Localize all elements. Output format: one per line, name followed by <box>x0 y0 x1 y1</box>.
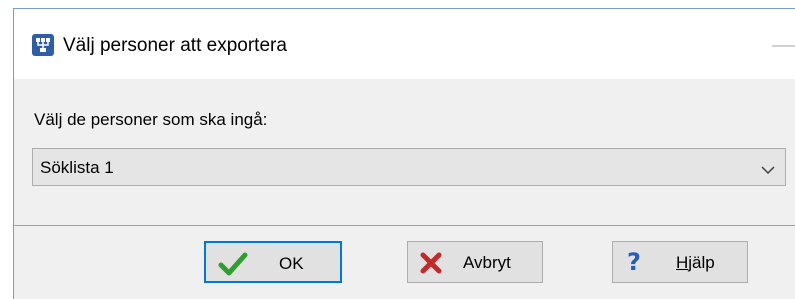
checkmark-icon <box>218 252 248 281</box>
export-persons-dialog: Välj personer att exportera Välj de pers… <box>13 8 795 299</box>
x-icon <box>420 252 442 279</box>
help-button-label: Hjälp <box>676 253 715 272</box>
dialog-title: Välj personer att exportera <box>63 35 287 56</box>
cancel-button-label: Avbryt <box>463 253 511 272</box>
question-icon: ? <box>627 248 641 276</box>
app-tree-icon <box>32 34 54 56</box>
minimize-button[interactable] <box>772 45 795 47</box>
dropdown-selected-value: Söklista 1 <box>40 158 114 177</box>
ok-button[interactable]: OK <box>204 241 342 283</box>
ok-button-label: OK <box>279 254 304 273</box>
cancel-button[interactable]: Avbryt <box>407 241 543 283</box>
selection-prompt-label: Välj de personer som ska ingå: <box>34 110 268 129</box>
title-bar: Välj personer att exportera <box>14 9 795 79</box>
person-selection-dropdown[interactable]: Söklista 1 <box>32 148 786 186</box>
help-button[interactable]: ? Hjälp <box>612 241 748 283</box>
chevron-down-icon <box>761 162 775 180</box>
